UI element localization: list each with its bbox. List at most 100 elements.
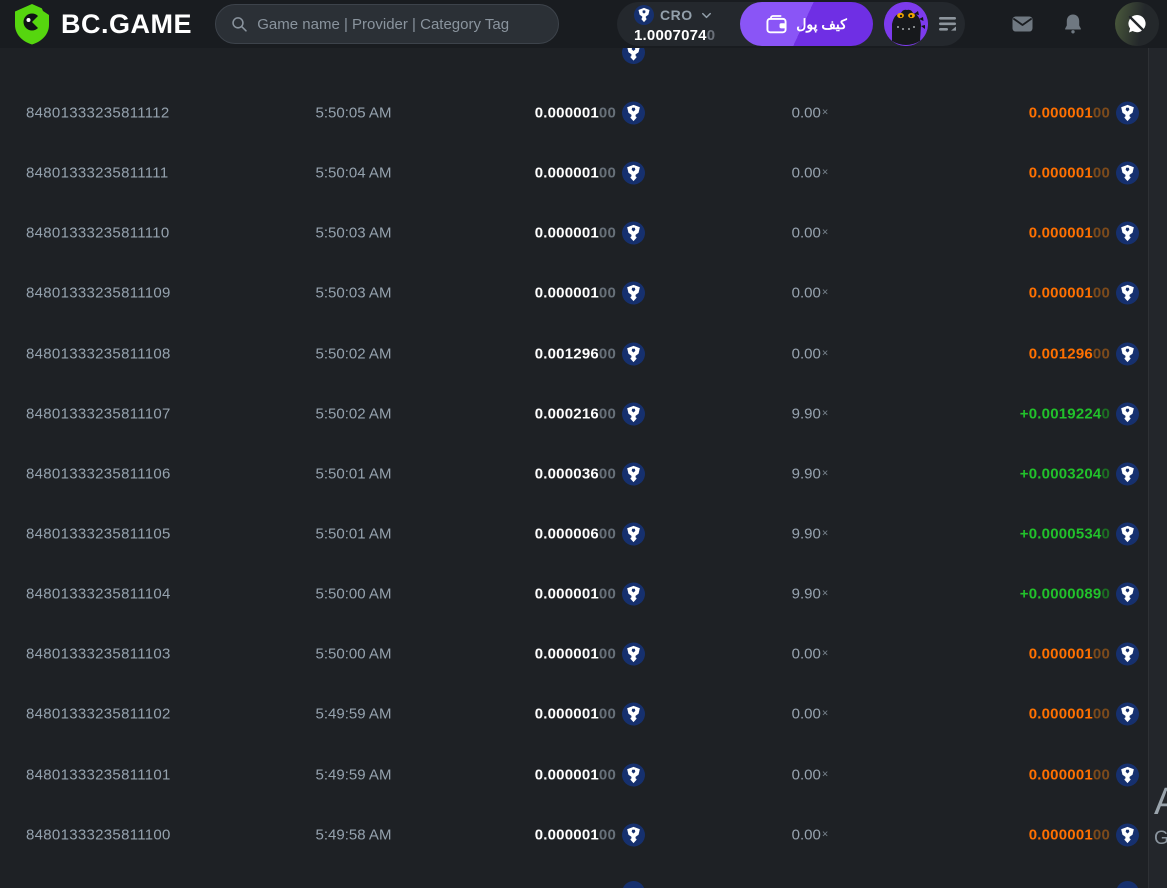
bet-payout-cell: 0.00000100: [894, 281, 1139, 305]
bc-game-logo[interactable]: BC.GAME: [13, 3, 192, 45]
cro-coin-icon: [1116, 582, 1139, 606]
bet-row[interactable]: 84801333235811105 5:50:01 AM 0.00000600 …: [0, 504, 1167, 564]
bet-row[interactable]: 84801333235811102 5:49:59 AM 0.00000100 …: [0, 684, 1167, 744]
bet-payout-cell: +0.00000890: [894, 582, 1139, 606]
logo-wordmark: BC.GAME: [61, 8, 192, 39]
payout-value: 0.00000100: [1028, 224, 1110, 242]
cro-coin-icon-partial: [622, 881, 645, 888]
cro-coin-icon: [622, 462, 645, 486]
bet-row[interactable]: 84801333235811100 5:49:58 AM 0.00000100 …: [0, 805, 1167, 865]
bet-row[interactable]: 84801333235811110 5:50:03 AM 0.00000100 …: [0, 203, 1167, 263]
bet-multiplier: 0.00×: [791, 164, 829, 182]
multiplier-x: ×: [821, 527, 829, 540]
search-input[interactable]: [257, 15, 544, 33]
cro-coin-icon: [622, 763, 645, 787]
bet-payout-cell: +0.00032040: [894, 462, 1139, 486]
bet-multiplier: 9.90×: [791, 465, 829, 483]
bet-payout-cell: 0.00000100: [894, 763, 1139, 787]
cro-coin-icon-partial: [1116, 881, 1139, 888]
bet-row[interactable]: 84801333235811101 5:49:59 AM 0.00000100 …: [0, 745, 1167, 805]
messages-button[interactable]: [1010, 12, 1035, 36]
multiplier-x: ×: [821, 106, 829, 119]
bell-icon: [1065, 14, 1081, 34]
bet-id: 84801333235811100: [26, 826, 171, 844]
bet-id: 84801333235811102: [26, 705, 171, 723]
bet-payout-cell: 0.00000100: [894, 101, 1139, 125]
bet-payout-cell: +0.00192240: [894, 402, 1139, 426]
bet-row[interactable]: 84801333235811103 5:50:00 AM 0.00000100 …: [0, 624, 1167, 684]
cro-coin-icon: [1116, 342, 1139, 366]
bet-row[interactable]: 84801333235811108 5:50:02 AM 0.00129600 …: [0, 324, 1167, 384]
bet-amount: 0.00129600: [534, 345, 616, 363]
bc-game-bets-page: { "header": { "logo_text": "BC.GAME", "s…: [0, 0, 1167, 888]
cro-coin-icon: [622, 342, 645, 366]
cro-coin-icon: [622, 582, 645, 606]
bet-multiplier: 0.00×: [791, 345, 829, 363]
multiplier-x: ×: [821, 828, 829, 841]
cro-coin-icon: [1116, 763, 1139, 787]
bet-row[interactable]: 84801333235811104 5:50:00 AM 0.00000100 …: [0, 564, 1167, 624]
bet-id: 84801333235811111: [26, 164, 169, 182]
cro-coin-icon: [622, 101, 645, 125]
bet-payout-cell: 0.00000100: [894, 823, 1139, 847]
cro-coin-icon: [622, 522, 645, 546]
account-menu-icon[interactable]: [937, 15, 959, 33]
cro-coin-icon: [622, 823, 645, 847]
bet-amount: 0.00021600: [534, 405, 616, 423]
bet-payout-cell: 0.00000100: [894, 161, 1139, 185]
cro-coin-icon: [1116, 281, 1139, 305]
bet-row[interactable]: 84801333235811109 5:50:03 AM 0.00000100 …: [0, 263, 1167, 323]
bet-id: 84801333235811109: [26, 284, 171, 302]
game-search-bar[interactable]: [215, 4, 559, 44]
multiplier-x: ×: [821, 166, 829, 179]
payout-value: 0.00000100: [1028, 705, 1110, 723]
bet-amount-cell: 0.00000100: [400, 221, 645, 245]
bet-row[interactable]: 84801333235811112 5:50:05 AM 0.00000100 …: [0, 83, 1167, 143]
cro-coin-icon: [622, 702, 645, 726]
user-avatar[interactable]: [884, 2, 928, 46]
support-chat-button[interactable]: [1115, 2, 1159, 46]
bet-row[interactable]: 84801333235811111 5:50:04 AM 0.00000100 …: [0, 143, 1167, 203]
bet-row[interactable]: 84801333235811106 5:50:01 AM 0.00003600 …: [0, 444, 1167, 504]
bet-payout-cell: 0.00000100: [894, 642, 1139, 666]
bet-id: 84801333235811106: [26, 465, 171, 483]
bet-amount: 0.00000100: [534, 224, 616, 242]
bc-logo-icon: [15, 4, 49, 45]
notifications-button[interactable]: [1061, 12, 1085, 36]
wallet-button[interactable]: کیف پول: [740, 2, 873, 46]
bet-multiplier: 9.90×: [791, 405, 829, 423]
bet-id: 84801333235811108: [26, 345, 171, 363]
cro-coin-icon: [622, 402, 645, 426]
cro-coin-icon: [1116, 823, 1139, 847]
multiplier-x: ×: [821, 286, 829, 299]
currency-selector[interactable]: CRO 1.00070740: [634, 5, 740, 43]
multiplier-x: ×: [821, 407, 829, 420]
cro-coin-icon: [1116, 161, 1139, 185]
bet-id: 84801333235811105: [26, 525, 171, 543]
bet-id: 84801333235811110: [26, 224, 170, 242]
top-navbar: BC.GAME CRO 1.00070740: [0, 0, 1167, 48]
bet-multiplier: 0.00×: [791, 104, 829, 122]
bet-amount: 0.00003600: [534, 465, 616, 483]
payout-value: +0.00192240: [1019, 405, 1110, 423]
wallet-balance: 1.00070740: [634, 27, 716, 44]
cro-coin-icon: [1116, 402, 1139, 426]
account-pill: CRO 1.00070740 کیف پول: [617, 2, 965, 46]
payout-value: 0.00000100: [1028, 104, 1110, 122]
bet-amount-cell: 0.00129600: [400, 342, 645, 366]
cro-coin-icon: [1116, 642, 1139, 666]
multiplier-x: ×: [821, 647, 829, 660]
avatar-crocodile-icon: [884, 2, 928, 46]
mail-icon: [1012, 16, 1033, 32]
bet-row[interactable]: 84801333235811107 5:50:02 AM 0.00021600 …: [0, 384, 1167, 444]
bet-payout-cell: 0.00000100: [894, 702, 1139, 726]
bet-id: 84801333235811103: [26, 645, 171, 663]
bet-amount: 0.00000100: [534, 766, 616, 784]
payout-value: 0.00000100: [1028, 766, 1110, 784]
bet-multiplier: 9.90×: [791, 585, 829, 603]
bet-amount-cell: 0.00021600: [400, 402, 645, 426]
bet-amount: 0.00000100: [534, 585, 616, 603]
payout-value: 0.00000100: [1028, 645, 1110, 663]
chat-bubble-slash-icon: [1128, 15, 1146, 33]
bet-amount-cell: 0.00000100: [400, 642, 645, 666]
